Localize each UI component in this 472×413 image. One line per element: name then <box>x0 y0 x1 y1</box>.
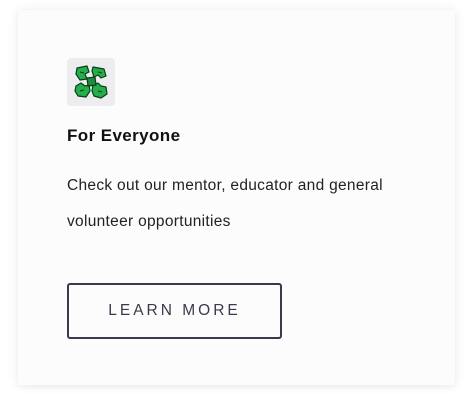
volunteer-card: For Everyone Check out our mentor, educa… <box>18 10 455 385</box>
icon-tile <box>67 58 115 106</box>
card-description: Check out our mentor, educator and gener… <box>67 177 383 230</box>
learn-more-button[interactable]: LEARN MORE <box>67 283 282 339</box>
learn-more-label: LEARN MORE <box>108 302 241 319</box>
card-title: For Everyone <box>67 126 181 145</box>
four-hands-icon <box>74 64 108 100</box>
